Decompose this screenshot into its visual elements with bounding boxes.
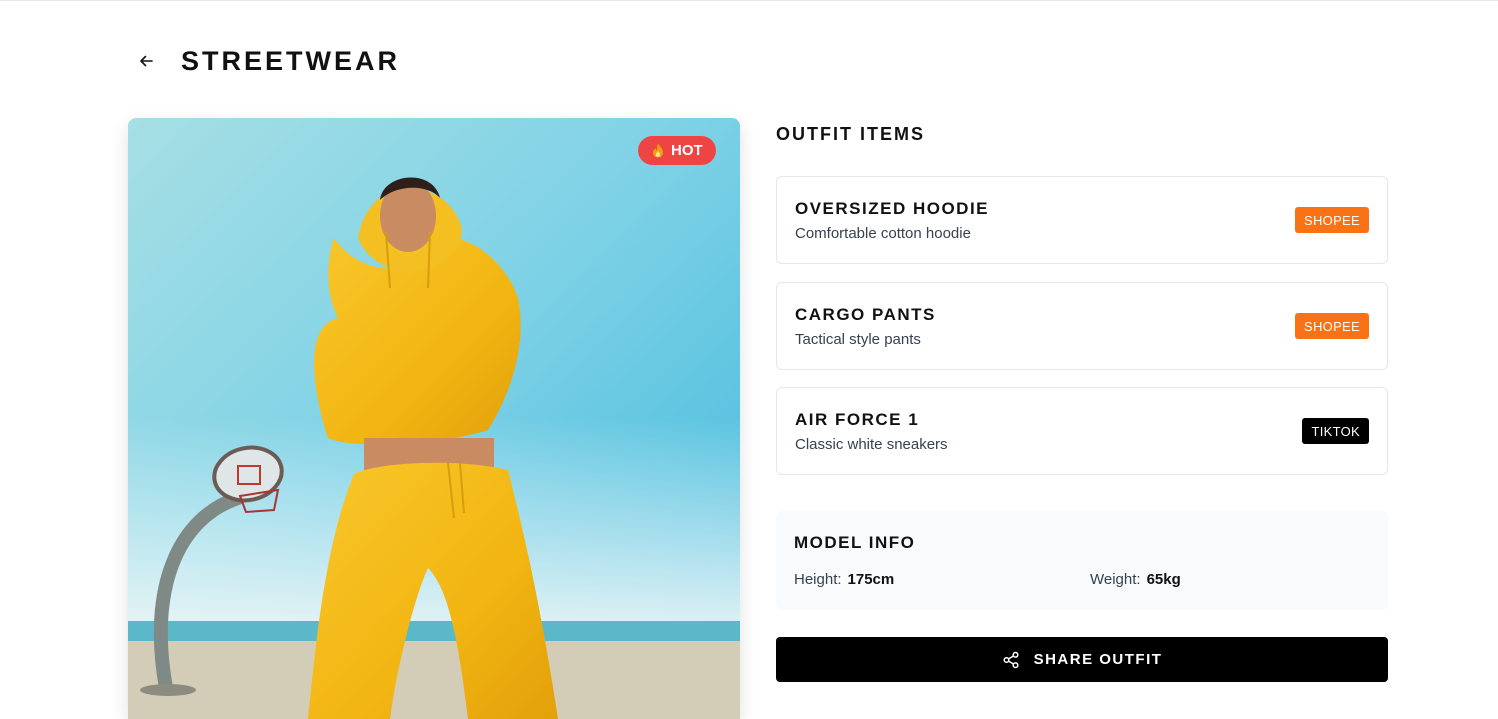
height-stat: Height: 175cm xyxy=(794,571,894,588)
outfit-item-card: OVERSIZED HOODIE Comfortable cotton hood… xyxy=(776,176,1388,264)
item-name: OVERSIZED HOODIE xyxy=(795,199,990,218)
outfit-items-title: OUTFIT ITEMS xyxy=(776,124,925,144)
hot-badge-label: HOT xyxy=(671,142,703,159)
hot-badge: HOT xyxy=(638,136,716,165)
height-label: Height: xyxy=(794,571,842,588)
item-description: Classic white sneakers xyxy=(795,436,948,453)
height-value: 175cm xyxy=(847,571,895,588)
weight-stat: Weight: 65kg xyxy=(1090,571,1181,588)
outfit-item-card: AIR FORCE 1 Classic white sneakers TIKTO… xyxy=(776,387,1388,475)
weight-label: Weight: xyxy=(1090,571,1141,588)
outfit-photo: HOT xyxy=(128,118,740,719)
page-title: STREETWEAR xyxy=(181,45,400,76)
back-button[interactable] xyxy=(134,49,158,73)
top-divider xyxy=(0,0,1498,1)
share-icon xyxy=(1003,651,1019,668)
page-header: STREETWEAR xyxy=(134,44,400,78)
share-outfit-button[interactable]: SHARE OUTFIT xyxy=(776,637,1388,682)
model-info-panel: MODEL INFO Height: 175cm Weight: 65kg xyxy=(776,511,1388,610)
arrow-left-icon xyxy=(140,55,153,67)
item-name: AIR FORCE 1 xyxy=(795,410,920,429)
item-name: CARGO PANTS xyxy=(795,305,936,324)
tiktok-button[interactable]: TIKTOK xyxy=(1302,418,1369,444)
outfit-item-card: CARGO PANTS Tactical style pants SHOPEE xyxy=(776,282,1388,370)
shopee-button[interactable]: SHOPEE xyxy=(1295,313,1369,339)
item-description: Comfortable cotton hoodie xyxy=(795,225,971,242)
flame-icon xyxy=(653,143,663,158)
model-info-title: MODEL INFO xyxy=(794,533,916,552)
weight-value: 65kg xyxy=(1146,571,1181,588)
item-description: Tactical style pants xyxy=(795,331,921,348)
shopee-button[interactable]: SHOPEE xyxy=(1295,207,1369,233)
share-label: SHARE OUTFIT xyxy=(1033,651,1163,668)
